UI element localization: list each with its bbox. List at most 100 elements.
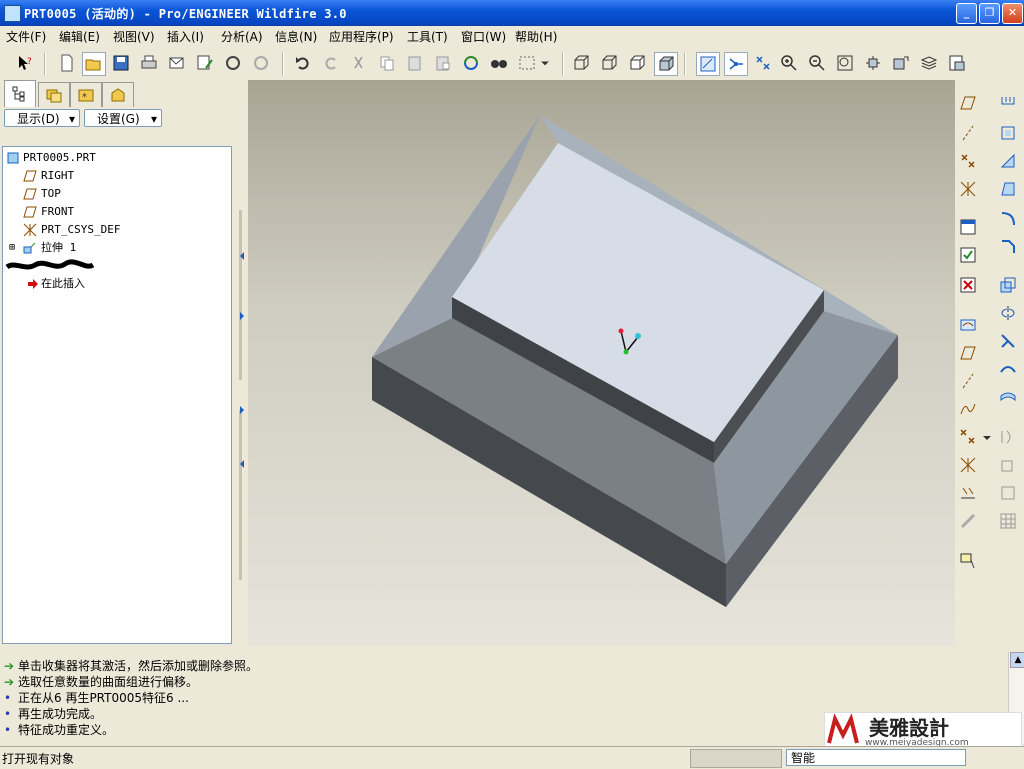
- tree-item-label: RIGHT: [41, 169, 75, 182]
- send-mail-icon[interactable]: [166, 52, 188, 74]
- message-line: ➔ 选取任意数量的曲面组进行偏移。: [4, 674, 198, 690]
- save-icon[interactable]: [110, 52, 132, 74]
- redacted-tree-item: [3, 257, 95, 275]
- menu-help[interactable]: 帮助(H): [515, 28, 557, 45]
- settings-dropdown[interactable]: 设置(G) ▾: [84, 109, 162, 127]
- hole-tool-icon[interactable]: [997, 92, 1019, 114]
- send-link-icon[interactable]: [194, 52, 216, 74]
- undo-icon[interactable]: [292, 52, 314, 74]
- cut-icon[interactable]: [348, 52, 370, 74]
- folder-icon: [46, 89, 62, 103]
- find-icon[interactable]: [488, 52, 510, 74]
- insert-here-arrow-icon: [28, 279, 38, 289]
- scroll-up-icon[interactable]: ▲: [1010, 652, 1024, 668]
- draft-tool-icon[interactable]: [997, 178, 1019, 200]
- zoom-out-icon[interactable]: [806, 52, 828, 74]
- menu-info[interactable]: 信息(N): [275, 28, 317, 45]
- chevron-down-icon[interactable]: [538, 52, 552, 74]
- tab-favorites[interactable]: *: [70, 82, 102, 107]
- new-file-icon[interactable]: [56, 52, 78, 74]
- disabled-tool-icon[interactable]: [250, 52, 272, 74]
- refit-icon[interactable]: [834, 52, 856, 74]
- datum-planes-display-icon[interactable]: [696, 52, 720, 76]
- axis-tool-icon[interactable]: [957, 370, 979, 392]
- extend-tool-icon[interactable]: [997, 454, 1019, 476]
- merge-tool-icon[interactable]: [997, 330, 1019, 352]
- shell-tool-icon[interactable]: [997, 122, 1019, 144]
- menu-applications[interactable]: 应用程序(P): [329, 28, 394, 45]
- tab-model-tree[interactable]: [4, 80, 36, 107]
- repaint-icon[interactable]: [222, 52, 244, 74]
- panel-splitter[interactable]: [236, 80, 248, 646]
- expand-icon[interactable]: ⊞: [9, 239, 15, 257]
- no-hidden-icon[interactable]: [626, 52, 648, 74]
- datum-plane-icon: [23, 206, 37, 218]
- status-text: 打开现有对象: [2, 752, 75, 766]
- tab-folder-browser[interactable]: [38, 82, 70, 107]
- datum-plane-tool-icon[interactable]: [957, 92, 979, 114]
- minimize-button[interactable]: _: [956, 3, 977, 24]
- analysis-tool-icon[interactable]: [957, 482, 979, 504]
- intersect-tool-icon[interactable]: [997, 482, 1019, 504]
- datum-axis-tool-icon[interactable]: [957, 122, 979, 144]
- copy-icon[interactable]: [376, 52, 398, 74]
- redo-icon[interactable]: [320, 52, 342, 74]
- disabled-feature-icon[interactable]: [957, 510, 979, 532]
- wireframe-display-icon[interactable]: [570, 52, 592, 74]
- thicken-tool-icon[interactable]: [997, 386, 1019, 408]
- context-help-icon[interactable]: ?: [14, 52, 36, 74]
- menu-window[interactable]: 窗口(W): [461, 28, 506, 45]
- point-tool-icon[interactable]: [957, 426, 979, 448]
- layers-icon[interactable]: [918, 52, 940, 74]
- chevron-down-icon[interactable]: [981, 426, 993, 448]
- grid-tool-icon[interactable]: [997, 510, 1019, 532]
- close-button[interactable]: ✕: [1002, 3, 1023, 24]
- menu-edit[interactable]: 编辑(E): [59, 28, 100, 45]
- menu-tools[interactable]: 工具(T): [407, 28, 448, 45]
- blue-dot-icon: •: [4, 723, 12, 737]
- annotation-tool-icon[interactable]: [957, 550, 979, 572]
- csys-create-icon[interactable]: [957, 454, 979, 476]
- show-dropdown[interactable]: 显示(D) ▾: [4, 109, 80, 127]
- menu-file[interactable]: 文件(F): [6, 28, 46, 45]
- print-icon[interactable]: [138, 52, 160, 74]
- plane-tool-icon[interactable]: [957, 342, 979, 364]
- window-tool-icon[interactable]: [957, 216, 979, 238]
- menu-view[interactable]: 视图(V): [113, 28, 155, 45]
- sketch-tool-icon[interactable]: [957, 314, 979, 336]
- green-arrow-icon: ➔: [4, 675, 15, 689]
- tab-connections[interactable]: [102, 82, 134, 107]
- select-box-icon[interactable]: [516, 52, 538, 74]
- view-manager-icon[interactable]: [946, 52, 968, 74]
- curve-tool-icon[interactable]: [957, 398, 979, 420]
- shading-icon[interactable]: [654, 52, 678, 76]
- paste-special-icon[interactable]: [432, 52, 454, 74]
- trim-tool-icon[interactable]: [997, 426, 1019, 448]
- mirror-tool-icon[interactable]: [997, 302, 1019, 324]
- saved-views-icon[interactable]: [890, 52, 912, 74]
- zoom-in-icon[interactable]: [778, 52, 800, 74]
- csys-tool-icon[interactable]: [957, 178, 979, 200]
- datum-points-display-icon[interactable]: [752, 52, 774, 74]
- menu-insert[interactable]: 插入(I): [167, 28, 204, 45]
- selection-filter-value: 智能: [791, 751, 816, 765]
- offset-tool-icon[interactable]: [997, 358, 1019, 380]
- selection-filter-dropdown[interactable]: 智能: [786, 749, 966, 766]
- datum-point-tool-icon[interactable]: [957, 150, 979, 172]
- regenerate-icon[interactable]: [460, 52, 482, 74]
- datum-axes-display-icon[interactable]: [724, 52, 748, 76]
- maximize-button[interactable]: ❐: [979, 3, 1000, 24]
- paste-icon[interactable]: [404, 52, 426, 74]
- pattern-tool-icon[interactable]: [997, 274, 1019, 296]
- round-tool-icon[interactable]: [997, 208, 1019, 230]
- open-file-icon[interactable]: [82, 52, 106, 76]
- reorient-icon[interactable]: [862, 52, 884, 74]
- graphics-viewport[interactable]: [248, 80, 955, 646]
- menu-analysis[interactable]: 分析(A): [221, 28, 263, 45]
- cancel-tool-icon[interactable]: [957, 274, 979, 296]
- hidden-line-icon[interactable]: [598, 52, 620, 74]
- check-tool-icon[interactable]: [957, 244, 979, 266]
- rib-tool-icon[interactable]: [997, 150, 1019, 172]
- chamfer-tool-icon[interactable]: [997, 236, 1019, 258]
- part-model[interactable]: [248, 80, 955, 646]
